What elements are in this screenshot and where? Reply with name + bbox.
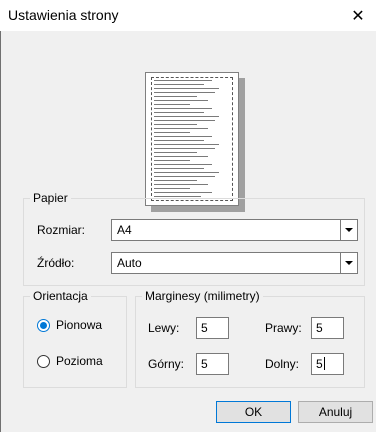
margin-bottom-label: Dolny: xyxy=(265,357,300,371)
paper-size-select[interactable]: A4 xyxy=(111,219,358,241)
dialog-body: Papier Rozmiar: A4 Źródło: Auto Orientac… xyxy=(0,31,376,432)
chevron-down-icon[interactable] xyxy=(340,253,357,273)
text-caret xyxy=(323,357,325,370)
margin-left-label: Lewy: xyxy=(148,321,180,335)
margin-bottom-input[interactable]: 5 xyxy=(311,353,344,375)
paper-size-label: Rozmiar: xyxy=(37,223,86,237)
radio-checked-icon[interactable] xyxy=(37,318,50,332)
paper-source-value: Auto xyxy=(117,256,142,270)
paper-source-select[interactable]: Auto xyxy=(111,252,358,274)
ok-button[interactable]: OK xyxy=(216,401,291,423)
margin-right-value: 5 xyxy=(316,321,323,335)
orientation-portrait-radio[interactable]: Pionowa xyxy=(37,318,102,332)
margins-group-label: Marginesy (milimetry) xyxy=(145,289,260,303)
margin-top-input[interactable]: 5 xyxy=(196,353,229,375)
orientation-landscape-radio[interactable]: Pozioma xyxy=(37,354,103,368)
margin-top-label: Górny: xyxy=(148,357,185,371)
title-bar: Ustawienia strony ✕ xyxy=(0,0,376,32)
cancel-button[interactable]: Anuluj xyxy=(298,401,373,423)
orientation-group-label: Orientacja xyxy=(33,289,88,303)
margin-bottom-value: 5 xyxy=(316,357,323,371)
paper-source-label: Źródło: xyxy=(37,256,75,270)
page-preview-margin xyxy=(151,77,233,201)
dialog-title: Ustawienia strony xyxy=(8,7,119,23)
orientation-landscape-label: Pozioma xyxy=(56,354,103,368)
orientation-group: Orientacja xyxy=(23,289,127,388)
margin-right-input[interactable]: 5 xyxy=(311,317,344,339)
margin-right-label: Prawy: xyxy=(265,321,302,335)
close-icon[interactable]: ✕ xyxy=(340,0,376,31)
margin-left-input[interactable]: 5 xyxy=(196,317,229,339)
paper-size-value: A4 xyxy=(117,223,132,237)
margin-top-value: 5 xyxy=(201,357,208,371)
paper-group-label: Papier xyxy=(33,191,68,205)
radio-unchecked-icon[interactable] xyxy=(37,354,50,368)
margin-left-value: 5 xyxy=(201,321,208,335)
page-preview-text xyxy=(154,80,226,200)
page-preview xyxy=(145,72,239,206)
orientation-portrait-label: Pionowa xyxy=(56,318,103,332)
chevron-down-icon[interactable] xyxy=(340,220,357,240)
